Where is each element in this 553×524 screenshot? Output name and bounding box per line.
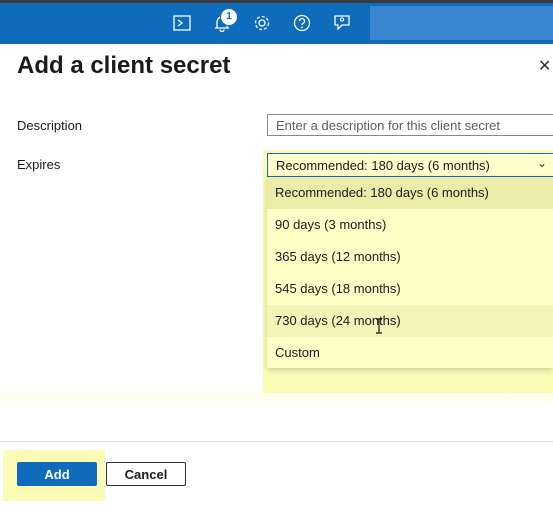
dropdown-option-90-days[interactable]: 90 days (3 months): [267, 209, 553, 241]
window-edge: [0, 0, 553, 3]
expires-dropdown-list: Recommended: 180 days (6 months) 90 days…: [267, 177, 553, 368]
text-cursor-icon: [376, 318, 382, 334]
dropdown-option-365-days[interactable]: 365 days (12 months): [267, 241, 553, 273]
cancel-button[interactable]: Cancel: [106, 462, 186, 486]
panel-title: Add a client secret: [17, 52, 231, 79]
notification-count-badge: 1: [220, 8, 238, 26]
dropdown-option-180-days[interactable]: Recommended: 180 days (6 months): [267, 177, 553, 209]
expires-label: Expires: [17, 157, 61, 172]
add-button[interactable]: Add: [17, 462, 97, 486]
close-icon[interactable]: ✕: [538, 56, 551, 76]
cloud-shell-icon[interactable]: [171, 12, 193, 34]
panel-body-spacer: [0, 393, 553, 411]
expires-select[interactable]: Recommended: 180 days (6 months): [267, 153, 553, 177]
description-label: Description: [17, 118, 83, 133]
description-input[interactable]: [267, 114, 553, 136]
dropdown-option-730-days[interactable]: 730 days (24 months): [267, 305, 553, 337]
dropdown-option-545-days[interactable]: 545 days (18 months): [267, 273, 553, 305]
footer-divider: [0, 441, 553, 442]
settings-icon[interactable]: [251, 12, 273, 34]
feedback-icon[interactable]: [331, 12, 353, 34]
top-navigation-bar: 1: [0, 0, 553, 44]
global-search-area[interactable]: [370, 6, 553, 40]
dropdown-option-custom[interactable]: Custom: [267, 337, 553, 369]
help-icon[interactable]: [291, 12, 313, 34]
chevron-down-icon[interactable]: ⌄: [537, 156, 547, 170]
